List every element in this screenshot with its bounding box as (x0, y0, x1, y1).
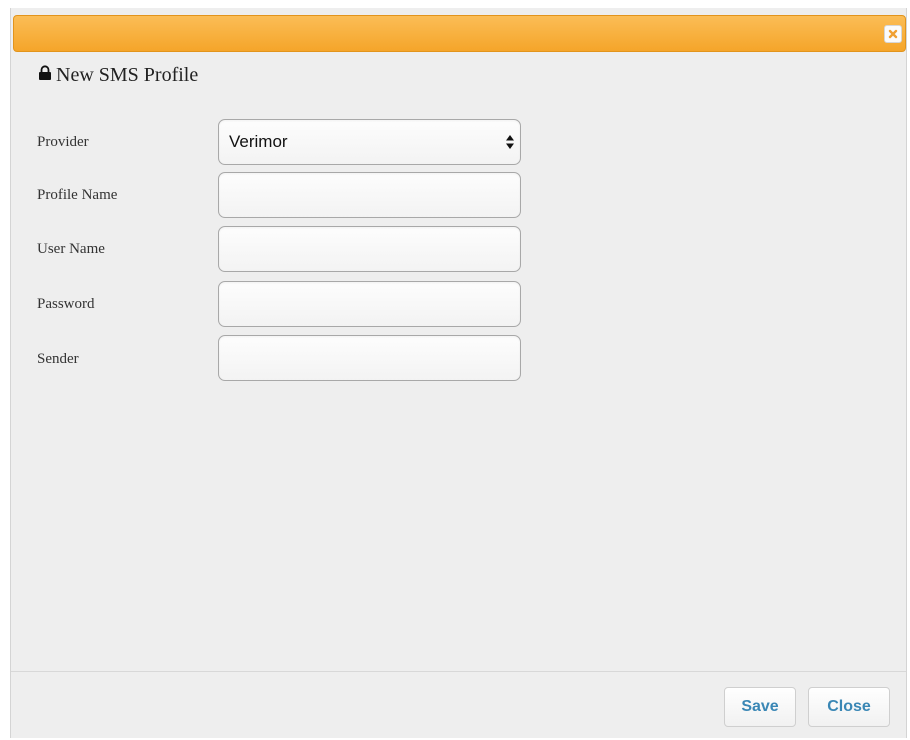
sender-label: Sender (37, 351, 79, 367)
sms-profile-dialog: New SMS Profile Provider Verimor Profile… (10, 8, 907, 738)
profile-name-input[interactable] (219, 173, 520, 217)
password-field[interactable] (218, 281, 521, 327)
dialog-titlebar[interactable] (13, 15, 906, 52)
password-label: Password (37, 296, 95, 312)
sender-field[interactable] (218, 335, 521, 381)
provider-label: Provider (37, 134, 89, 150)
lock-icon (38, 64, 52, 87)
password-input[interactable] (219, 282, 520, 326)
provider-selected-value: Verimor (229, 132, 288, 151)
dialog-heading: New SMS Profile (38, 64, 198, 87)
footer-divider (11, 671, 906, 672)
close-button[interactable]: Close (808, 687, 890, 727)
save-button[interactable]: Save (724, 687, 796, 727)
page-title: New SMS Profile (56, 64, 199, 86)
sender-input[interactable] (219, 336, 520, 380)
select-arrows-icon (506, 134, 514, 155)
profile-name-label: Profile Name (37, 187, 118, 203)
close-icon[interactable] (884, 25, 902, 43)
provider-select[interactable]: Verimor (218, 119, 521, 165)
profile-name-field[interactable] (218, 172, 521, 218)
user-name-input[interactable] (219, 227, 520, 271)
user-name-label: User Name (37, 241, 105, 257)
user-name-field[interactable] (218, 226, 521, 272)
